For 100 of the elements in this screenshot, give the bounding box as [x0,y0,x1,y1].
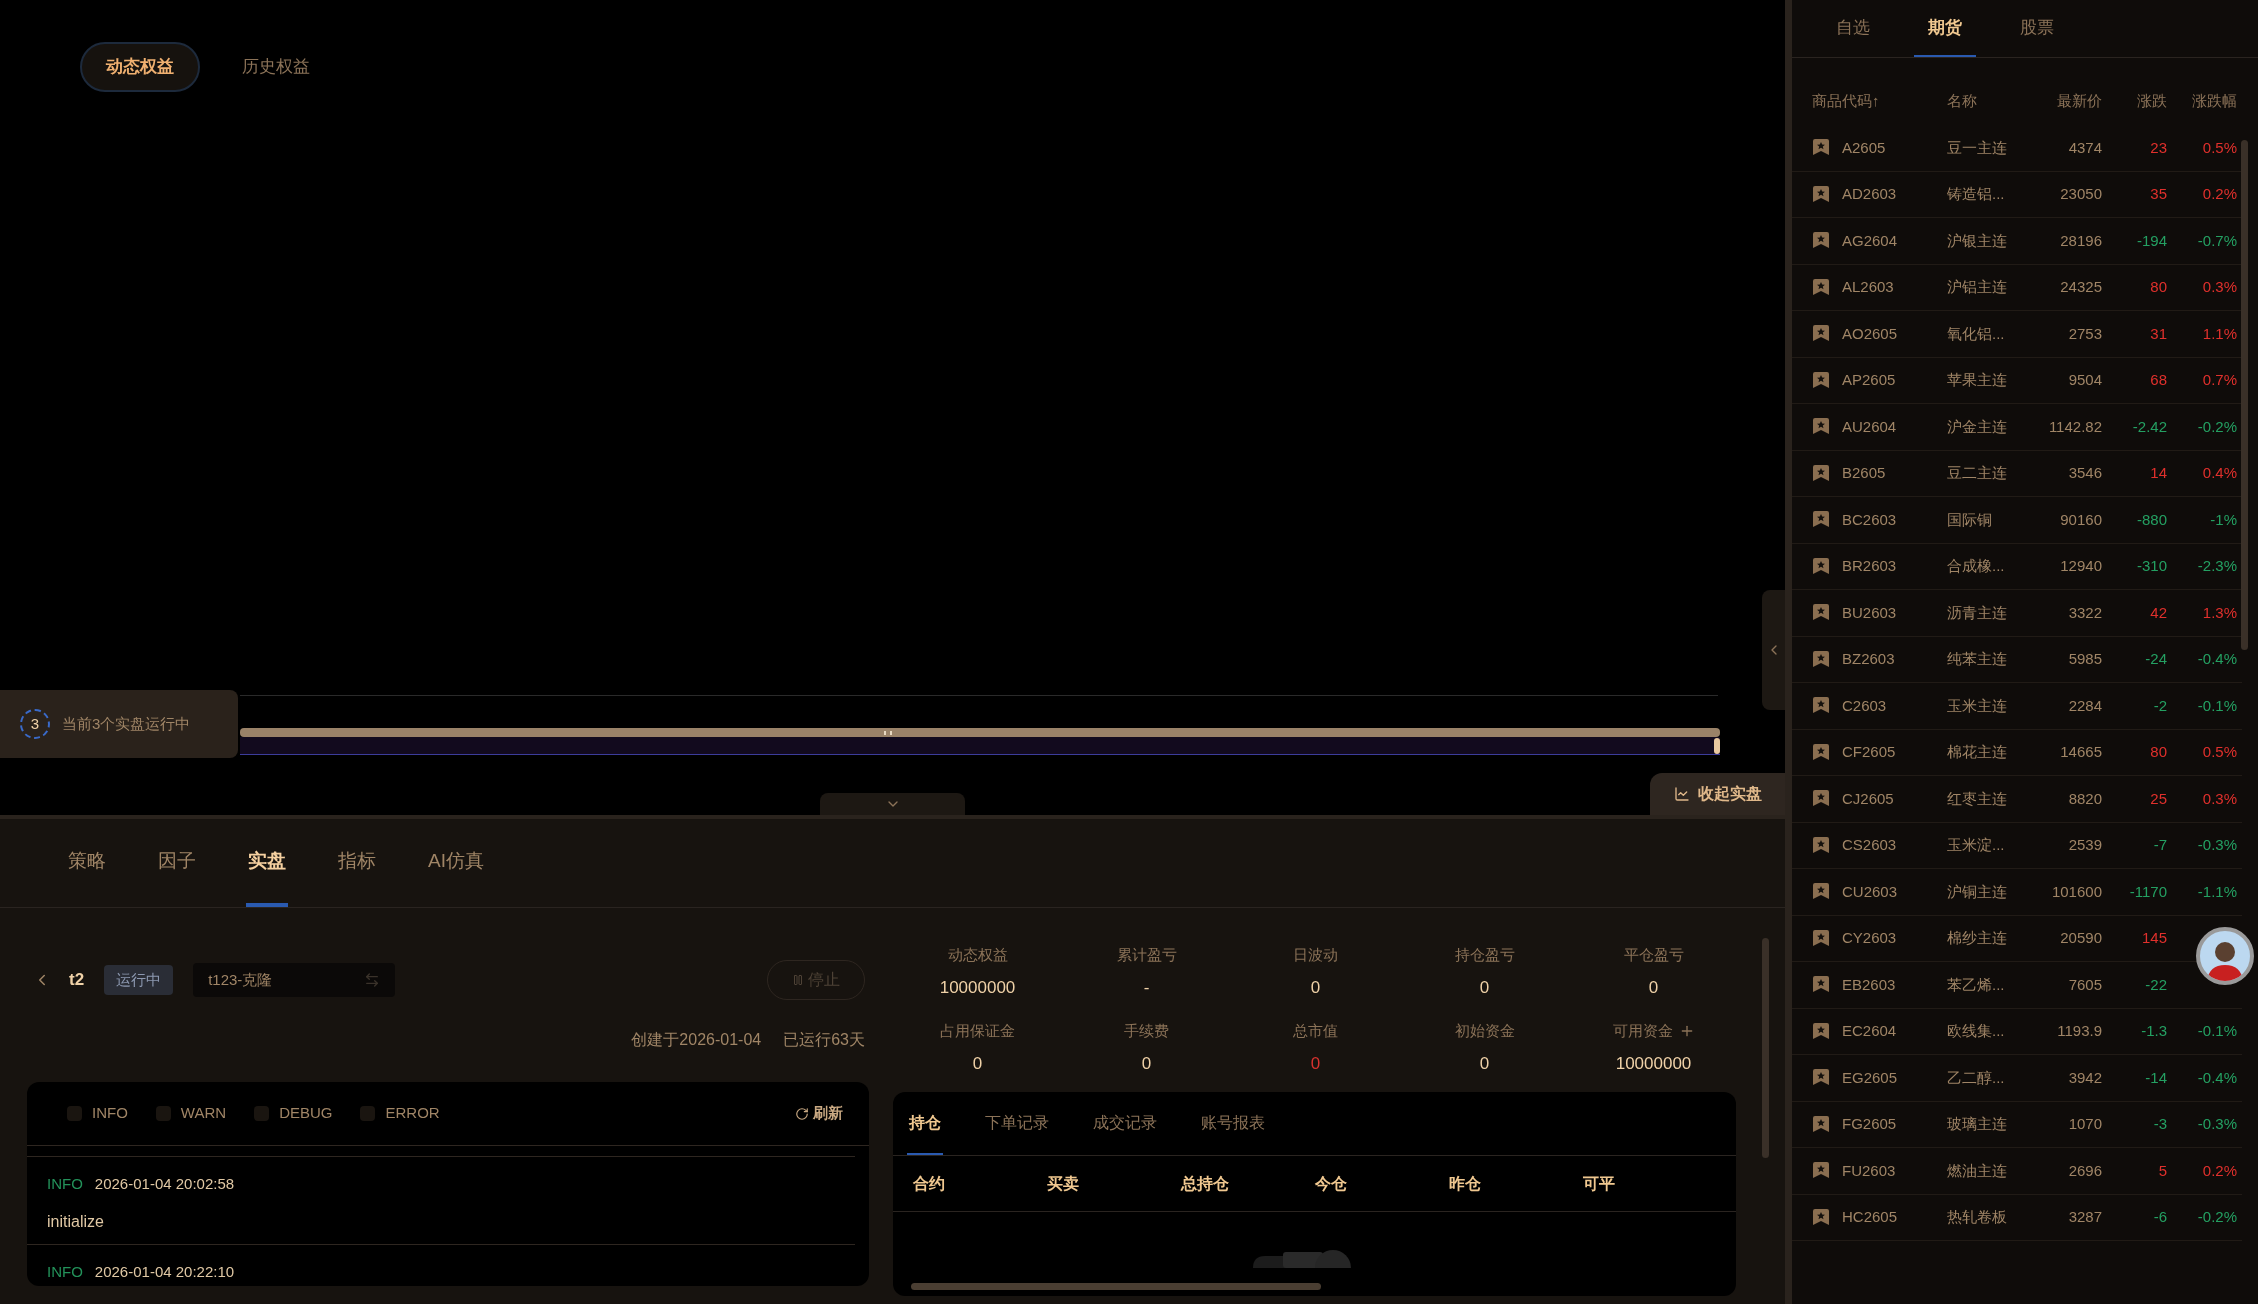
bookmark-star-icon[interactable] [1812,836,1830,854]
stat-value: 0 [1310,976,1321,999]
latest-price: 24325 [2059,277,2102,297]
change-percent: -0.2% [2196,1207,2237,1227]
contract-code: CF2605 [1842,742,1896,762]
chart-tab[interactable]: 动态权益 [80,42,200,92]
contract-code: EB2603 [1842,974,1896,995]
strategy-select[interactable]: t123-克隆 [193,963,396,997]
column-header: 总持仓 [1181,1173,1230,1194]
log-level-checkbox[interactable]: ERROR [360,1102,440,1125]
checkbox[interactable] [155,1106,171,1121]
column-header[interactable]: 涨跌 [2102,89,2167,113]
price-change: -310 [2135,556,2167,576]
contract-name: 纯苯主连 [1947,649,2008,669]
bookmark-star-icon[interactable] [1812,232,1830,250]
stat-label: 累计盈亏 [1116,945,1177,965]
position-tab[interactable]: 下单记录 [983,1092,1051,1155]
market-tab[interactable]: 期货 [1914,0,1976,57]
bookmark-star-icon[interactable] [1812,743,1830,761]
main-tab[interactable]: 指标 [336,819,378,907]
checkbox[interactable] [254,1106,270,1121]
slider-handle[interactable] [1714,738,1720,754]
vertical-scrollbar[interactable] [1762,938,1769,1158]
log-level-checkbox[interactable]: WARN [155,1102,227,1125]
log-level-checkbox[interactable]: INFO [67,1102,128,1125]
stat-label: 占用保证金 [940,1021,1015,1041]
position-tab[interactable]: 成交记录 [1091,1092,1159,1155]
change-percent: -0.3% [2196,1114,2237,1134]
position-tab[interactable]: 账号报表 [1199,1092,1267,1155]
bookmark-star-icon[interactable] [1812,511,1830,529]
running-days: 已运行63天 [783,1028,865,1052]
change-percent: 0.7% [2201,370,2237,390]
market-tab[interactable]: 股票 [2006,0,2068,57]
bookmark-star-icon[interactable] [1812,1162,1830,1180]
latest-price: 8820 [2067,788,2102,809]
log-level: INFO [47,1261,83,1282]
stat-value: 0 [1479,1052,1490,1075]
range-slider[interactable] [240,728,1720,758]
bookmark-star-icon[interactable] [1812,697,1830,715]
bookmark-star-icon[interactable] [1812,1069,1830,1087]
bookmark-star-icon[interactable] [1812,464,1830,482]
contract-code: AP2605 [1842,370,1896,390]
latest-price: 12940 [2059,556,2102,576]
contract-code: EG2605 [1842,1067,1898,1088]
price-change: -194 [2135,230,2167,251]
bookmark-star-icon[interactable] [1812,557,1830,575]
bookmark-star-icon[interactable] [1812,325,1830,343]
vertical-scrollbar[interactable] [2241,140,2248,650]
price-change: -2.42 [2131,416,2167,437]
stat-label: 平仓盈亏 [1623,945,1684,965]
bookmark-star-icon[interactable] [1812,278,1830,296]
latest-price: 2696 [2067,1160,2102,1181]
contract-name: 棉花主连 [1947,742,2008,762]
bookmark-star-icon[interactable] [1812,650,1830,668]
chart-tab[interactable]: 历史权益 [216,42,336,92]
bookmark-star-icon[interactable] [1812,1115,1830,1133]
bookmark-star-icon[interactable] [1812,1208,1830,1226]
bookmark-star-icon[interactable] [1812,790,1830,808]
main-tab[interactable]: 策略 [66,819,108,907]
main-tab[interactable]: 因子 [156,819,198,907]
bookmark-star-icon[interactable] [1812,1022,1830,1040]
collapse-live-button[interactable]: 收起实盘 [1650,773,1785,815]
checkbox[interactable] [360,1106,376,1121]
price-change: -6 [2152,1207,2167,1227]
change-percent: 0.2% [2201,1160,2237,1181]
bookmark-star-icon[interactable] [1812,418,1830,436]
column-header[interactable]: 商品代码↑ [1812,89,1947,113]
latest-price: 14665 [2059,742,2102,762]
contract-code: A2605 [1842,137,1886,158]
price-change: 145 [2140,928,2167,948]
position-tab[interactable]: 持仓 [907,1092,943,1155]
checkbox[interactable] [67,1106,82,1121]
price-change: 80 [2149,742,2167,762]
bookmark-star-icon[interactable] [1812,976,1830,994]
column-header[interactable]: 涨跌幅 [2167,89,2237,113]
bookmark-star-icon[interactable] [1812,371,1830,389]
market-tab[interactable]: 自选 [1822,0,1884,57]
slider-range-fill[interactable] [240,728,1720,737]
slider-grip-icon[interactable] [884,731,892,735]
refresh-button[interactable]: 刷新 [795,1102,843,1125]
bookmark-star-icon[interactable] [1812,185,1830,203]
bookmark-star-icon[interactable] [1812,139,1830,157]
contract-name: 氧化铝... [1947,323,2006,344]
column-header[interactable]: 名称 [1947,89,2042,113]
main-tab[interactable]: 实盘 [246,819,288,907]
avatar[interactable] [2196,927,2254,985]
horizontal-scrollbar[interactable] [911,1283,1321,1290]
change-percent: 0.5% [2201,742,2237,762]
side-collapse-toggle[interactable] [1762,590,1785,710]
change-percent: 0.5% [2201,137,2237,158]
contract-code: BR2603 [1842,556,1897,576]
bookmark-star-icon[interactable] [1812,604,1830,622]
bookmark-star-icon[interactable] [1812,883,1830,901]
bookmark-star-icon[interactable] [1812,929,1830,947]
column-header[interactable]: 最新价 [2042,89,2102,113]
log-level-checkbox[interactable]: DEBUG [254,1102,333,1125]
expand-toggle[interactable] [820,793,965,815]
latest-price: 2753 [2067,323,2102,344]
stat-value: 10000000 [1615,1052,1692,1075]
main-tab[interactable]: AI仿真 [426,819,486,907]
